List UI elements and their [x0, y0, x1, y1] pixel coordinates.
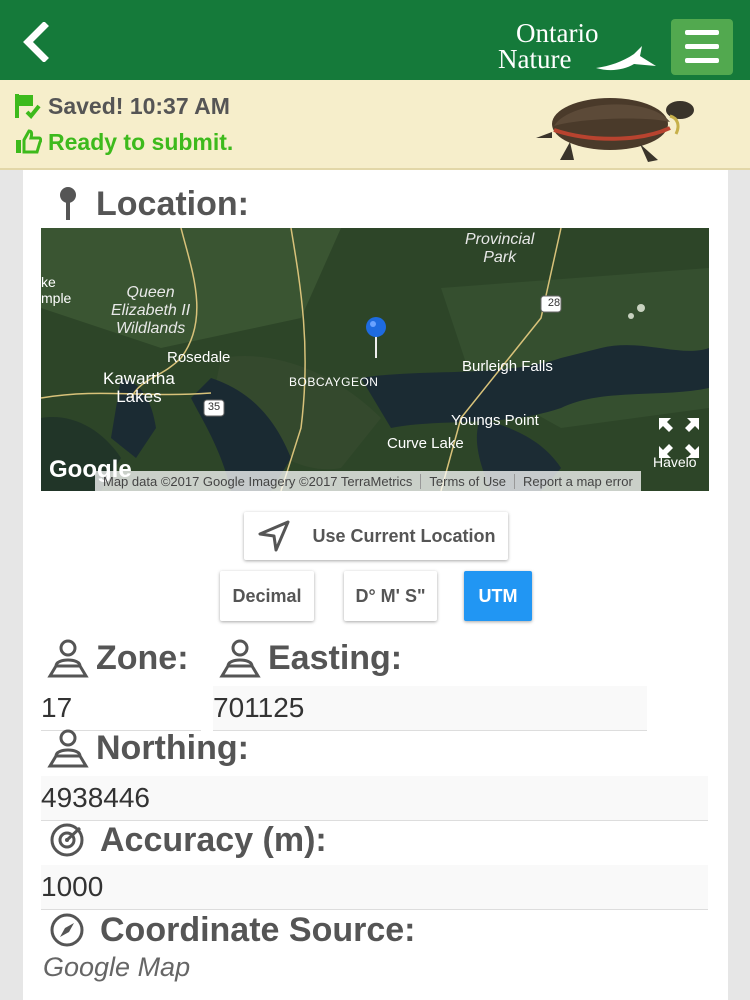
logo-line-2: Nature: [498, 44, 572, 74]
user-location-icon: [47, 729, 89, 768]
accuracy-label: Accuracy (m):: [100, 820, 327, 859]
saved-text: Saved! 10:37 AM: [48, 92, 230, 119]
map-label-provincial-park: Provincial Park: [465, 231, 535, 266]
accuracy-heading: Accuracy (m):: [48, 820, 327, 860]
map-label-queen-elizabeth: Queen Elizabeth II Wildlands: [111, 284, 191, 337]
northing-heading: Northing:: [46, 728, 249, 768]
saved-status: Saved! 10:37 AM: [14, 91, 230, 121]
location-label: Location:: [96, 185, 249, 223]
location-marker-icon[interactable]: [364, 316, 388, 365]
saved-flag-icon: [15, 94, 41, 119]
map-label-burleigh-falls: Burleigh Falls: [462, 358, 553, 375]
use-current-location-button[interactable]: Use Current Location: [244, 512, 508, 560]
thumbs-up-icon: [16, 129, 42, 154]
location-heading: Location:: [56, 185, 249, 224]
map-view[interactable]: Provincial Park Queen Elizabeth II Wildl…: [41, 228, 709, 491]
accuracy-input[interactable]: 1000: [41, 865, 708, 910]
easting-input[interactable]: 701125: [213, 686, 647, 731]
map-label-ke-mple: ke mple: [41, 274, 72, 306]
target-icon: [50, 823, 84, 857]
map-attribution: Map data ©2017 Google Imagery ©2017 Terr…: [95, 471, 641, 491]
route-35-shield: 35: [207, 401, 221, 413]
fullscreen-expand-icon[interactable]: [657, 416, 701, 465]
zone-heading: Zone:: [46, 638, 189, 678]
map-label-bobcaygeon: BOBCAYGEON: [289, 375, 379, 389]
painted-turtle-image: [530, 86, 700, 171]
user-location-icon: [47, 639, 89, 678]
map-data-text: Map data ©2017 Google Imagery ©2017 Terr…: [95, 473, 422, 489]
coordinate-source-label: Coordinate Source:: [100, 910, 416, 949]
coordinate-source-value: Google Map: [43, 952, 191, 982]
format-decimal-button[interactable]: Decimal: [220, 571, 314, 621]
terms-link[interactable]: Terms of Use: [421, 473, 515, 489]
coordinate-source-heading: Coordinate Source:: [48, 910, 415, 950]
bird-logo-icon: [596, 46, 656, 71]
map-label-curve-lake: Curve Lake: [387, 435, 464, 452]
map-label-rosedale: Rosedale: [167, 349, 231, 366]
zone-label: Zone:: [96, 638, 189, 677]
report-error-link[interactable]: Report a map error: [515, 474, 641, 489]
map-pin-icon: [60, 186, 76, 220]
northing-label: Northing:: [96, 728, 249, 767]
user-location-icon: [219, 639, 261, 678]
format-utm-button[interactable]: UTM: [464, 571, 532, 621]
logo-line-1: Ontario: [516, 18, 599, 48]
ready-text: Ready to submit.: [48, 128, 234, 155]
back-chevron-icon[interactable]: [18, 21, 54, 63]
zone-input[interactable]: 17: [41, 686, 201, 731]
compass-icon: [50, 913, 84, 947]
map-label-youngs-point: Youngs Point: [451, 412, 539, 429]
navigation-arrow-icon: [258, 520, 290, 552]
easting-heading: Easting:: [218, 638, 402, 678]
hamburger-menu-icon[interactable]: [671, 19, 733, 75]
top-bar: Ontario Nature: [0, 0, 750, 80]
ready-status: Ready to submit.: [14, 127, 233, 157]
northing-input[interactable]: 4938446: [41, 776, 708, 821]
route-28-shield: 28: [547, 297, 561, 309]
format-dms-button[interactable]: D° M' S": [344, 571, 437, 621]
easting-label: Easting:: [268, 638, 403, 677]
map-label-kawartha-lakes: Kawartha Lakes: [103, 369, 175, 406]
use-current-location-label: Use Current Location: [312, 525, 496, 546]
ontario-nature-logo[interactable]: Ontario Nature: [496, 18, 661, 78]
